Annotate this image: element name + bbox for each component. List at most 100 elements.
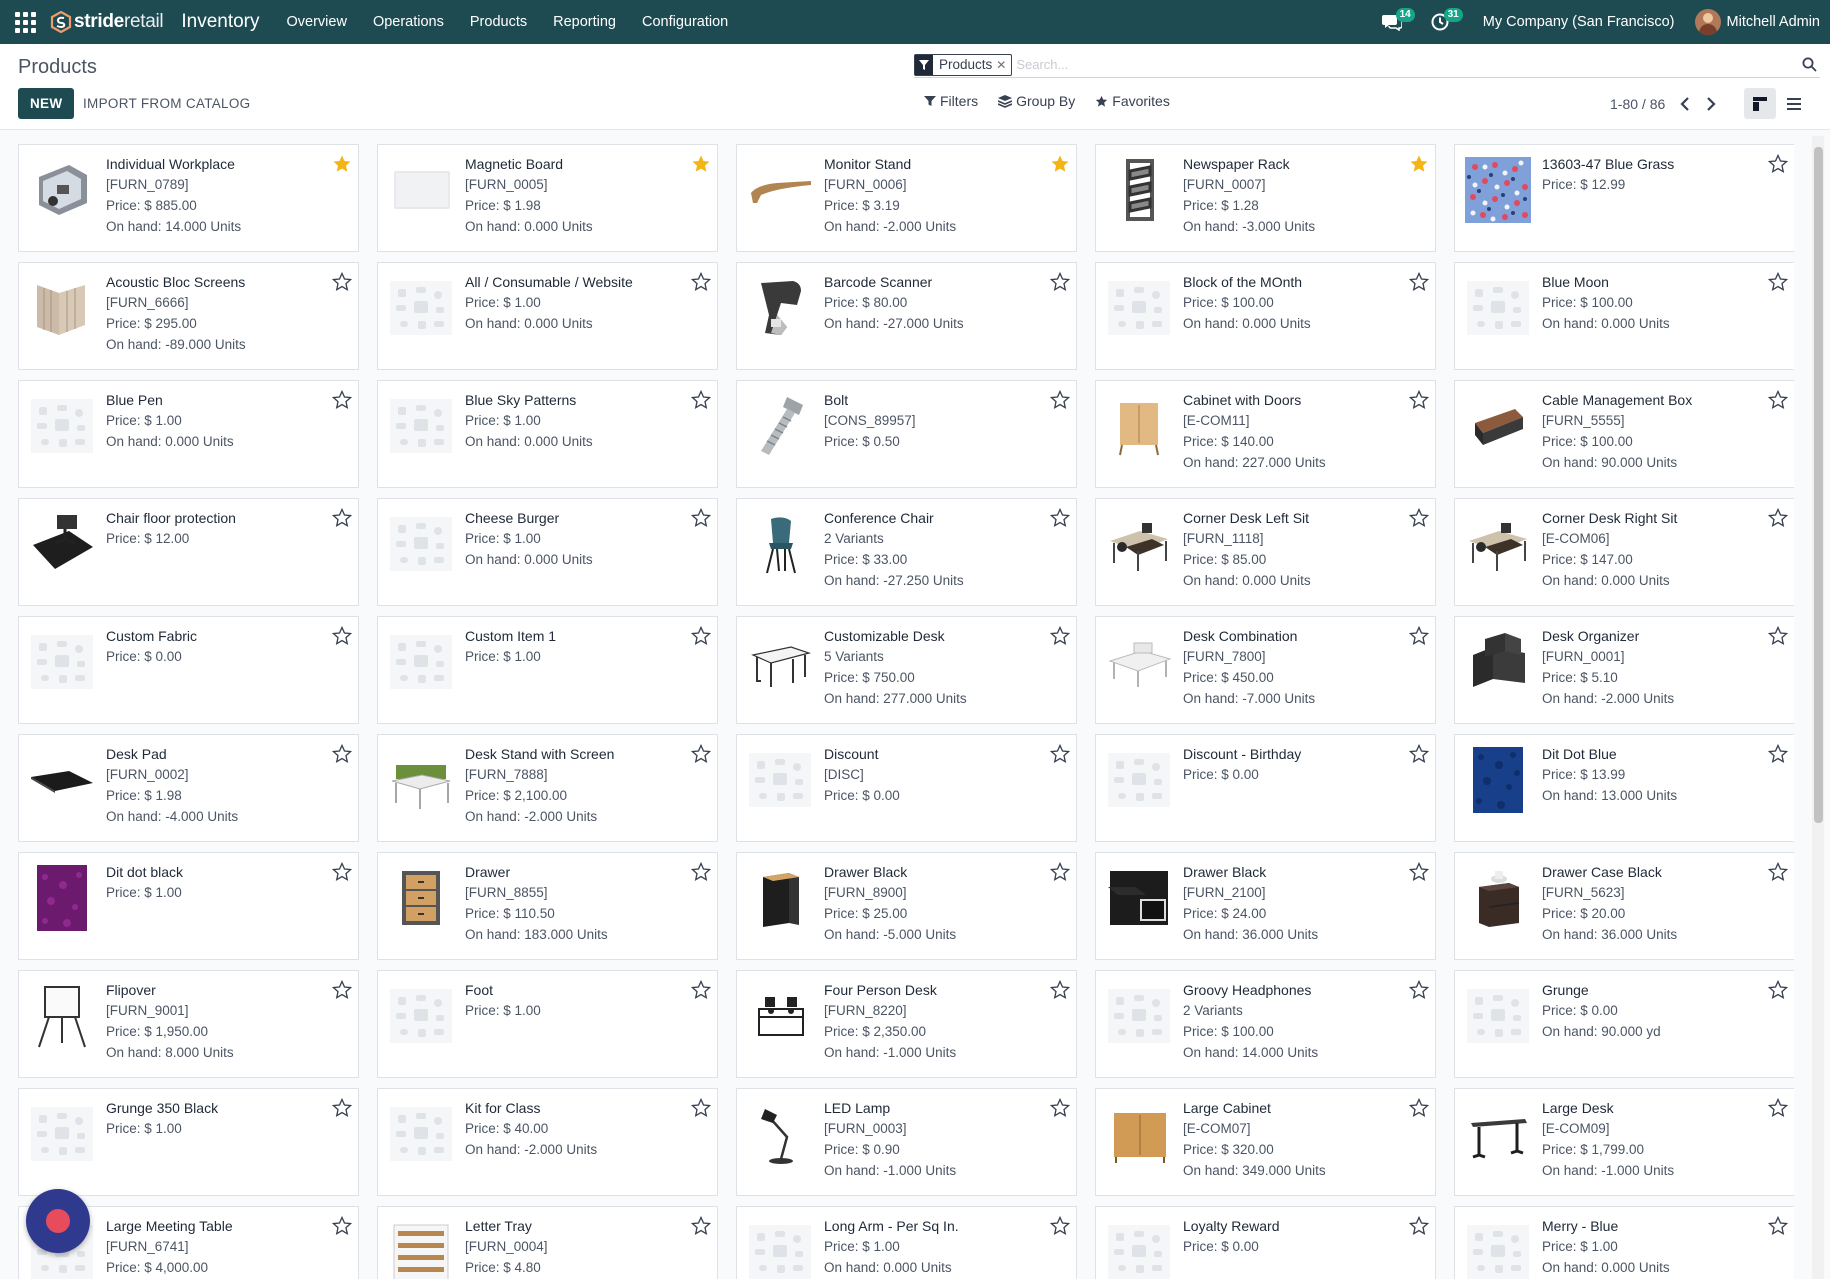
product-card[interactable]: Kit for Class Price: $ 40.00 On hand: -2.0… [377, 1088, 718, 1196]
favorite-star-filled-icon[interactable] [691, 154, 711, 174]
app-title[interactable]: Inventory [181, 11, 259, 33]
product-card[interactable]: All / Consumable / Website Price: $ 1.00 O… [377, 262, 718, 370]
favorite-star-icon[interactable] [690, 979, 712, 1000]
favorite-star-filled-icon[interactable] [1409, 154, 1429, 174]
product-card[interactable]: Custom Fabric Price: $ 0.00 [18, 616, 359, 724]
product-card[interactable]: Individual Workplace [FURN_0789] Price: $ … [18, 144, 359, 252]
product-card[interactable]: Monitor Stand [FURN_0006] Price: $ 3.19 On … [736, 144, 1077, 252]
favorite-star-icon[interactable] [1049, 979, 1071, 1000]
product-card[interactable]: Drawer Black [FURN_2100] Price: $ 24.00 On … [1095, 852, 1436, 960]
favorite-star-icon[interactable] [1408, 1097, 1430, 1118]
product-card[interactable]: Merry - Blue Price: $ 1.00 On hand: 0.000 … [1454, 1206, 1794, 1279]
scrollbar-thumb[interactable] [1814, 147, 1823, 823]
product-card[interactable]: Custom Item 1 Price: $ 1.00 [377, 616, 718, 724]
favorite-star-icon[interactable] [1767, 625, 1789, 646]
brand-logo[interactable]: stride retail [50, 11, 164, 33]
favorite-star-icon[interactable] [690, 1097, 712, 1118]
product-card[interactable]: Blue Sky Patterns Price: $ 1.00 On hand: 0… [377, 380, 718, 488]
product-card[interactable]: Chair floor protection Price: $ 12.00 [18, 498, 359, 606]
menu-overview[interactable]: Overview [274, 0, 360, 44]
company-switcher[interactable]: My Company (San Francisco) [1483, 14, 1675, 30]
menu-operations[interactable]: Operations [360, 0, 457, 44]
favorite-star-icon[interactable] [1049, 1215, 1071, 1236]
favorite-star-icon[interactable] [1049, 743, 1071, 764]
favorites-button[interactable]: Favorites [1095, 93, 1170, 109]
menu-products[interactable]: Products [457, 0, 540, 44]
favorite-star-icon[interactable] [1049, 625, 1071, 646]
favorite-star-icon[interactable] [1408, 389, 1430, 410]
search-input[interactable] [1016, 53, 1798, 76]
product-card[interactable]: Acoustic Bloc Screens [FURN_6666] Price: $… [18, 262, 359, 370]
favorite-star-icon[interactable] [331, 1215, 353, 1236]
product-card[interactable]: Long Arm - Per Sq In. Price: $ 1.00 On han… [736, 1206, 1077, 1279]
filters-button[interactable]: Filters [924, 93, 978, 109]
new-button[interactable]: NEW [18, 88, 75, 119]
favorite-star-icon[interactable] [1408, 507, 1430, 528]
activities-button[interactable]: 31 [1423, 0, 1463, 44]
product-card[interactable]: Blue Moon Price: $ 100.00 On hand: 0.000 U… [1454, 262, 1794, 370]
favorite-star-icon[interactable] [331, 389, 353, 410]
favorite-star-icon[interactable] [331, 271, 353, 292]
favorite-star-icon[interactable] [331, 625, 353, 646]
product-card[interactable]: Customizable Desk 5 Variants Price: $ 750.… [736, 616, 1077, 724]
product-card[interactable]: Corner Desk Left Sit [FURN_1118] Price: $ … [1095, 498, 1436, 606]
remove-facet-icon[interactable]: ✕ [996, 58, 1011, 72]
favorite-star-icon[interactable] [1049, 861, 1071, 882]
product-card[interactable]: Groovy Headphones 2 Variants Price: $ 100.… [1095, 970, 1436, 1078]
product-card[interactable]: 13603-47 Blue Grass Price: $ 12.99 [1454, 144, 1794, 252]
product-card[interactable]: Corner Desk Right Sit [E-COM06] Price: $ 1… [1454, 498, 1794, 606]
favorite-star-icon[interactable] [1408, 625, 1430, 646]
product-card[interactable]: Letter Tray [FURN_0004] Price: $ 4.80 [377, 1206, 718, 1279]
favorite-star-icon[interactable] [1767, 1215, 1789, 1236]
favorite-star-icon[interactable] [690, 861, 712, 882]
product-card[interactable]: Desk Pad [FURN_0002] Price: $ 1.98 On hand:… [18, 734, 359, 842]
floating-action-button[interactable] [26, 1189, 90, 1253]
favorite-star-icon[interactable] [690, 271, 712, 292]
import-from-catalog-button[interactable]: IMPORT FROM CATALOG [82, 88, 251, 119]
product-card[interactable]: Grunge Price: $ 0.00 On hand: 90.000 yd [1454, 970, 1794, 1078]
product-card[interactable]: Flipover [FURN_9001] Price: $ 1,950.00 On h… [18, 970, 359, 1078]
product-card[interactable]: Bolt [CONS_89957] Price: $ 0.50 [736, 380, 1077, 488]
apps-menu-icon[interactable] [14, 11, 36, 33]
favorite-star-icon[interactable] [1408, 979, 1430, 1000]
pager-value[interactable]: 1-80 / 86 [1610, 96, 1665, 112]
product-card[interactable]: LED Lamp [FURN_0003] Price: $ 0.90 On hand:… [736, 1088, 1077, 1196]
favorite-star-icon[interactable] [1049, 389, 1071, 410]
favorite-star-icon[interactable] [690, 389, 712, 410]
product-card[interactable]: Magnetic Board [FURN_0005] Price: $ 1.98 On… [377, 144, 718, 252]
favorite-star-icon[interactable] [1408, 271, 1430, 292]
product-card[interactable]: Large Desk [E-COM09] Price: $ 1,799.00 On h… [1454, 1088, 1794, 1196]
product-card[interactable]: Barcode Scanner Price: $ 80.00 On hand: -2… [736, 262, 1077, 370]
product-card[interactable]: Discount - Birthday Price: $ 0.00 [1095, 734, 1436, 842]
favorite-star-icon[interactable] [690, 1215, 712, 1236]
favorite-star-icon[interactable] [1767, 979, 1789, 1000]
favorite-star-icon[interactable] [690, 743, 712, 764]
favorite-star-filled-icon[interactable] [1050, 154, 1070, 174]
product-card[interactable]: Conference Chair 2 Variants Price: $ 33.00… [736, 498, 1077, 606]
product-card[interactable]: Desk Combination [FURN_7800] Price: $ 450.… [1095, 616, 1436, 724]
list-view-button[interactable] [1778, 88, 1810, 119]
product-card[interactable]: Cheese Burger Price: $ 1.00 On hand: 0.000… [377, 498, 718, 606]
favorite-star-icon[interactable] [690, 625, 712, 646]
product-card[interactable]: Newspaper Rack [FURN_0007] Price: $ 1.28 On… [1095, 144, 1436, 252]
favorite-star-icon[interactable] [331, 861, 353, 882]
product-card[interactable]: Foot Price: $ 1.00 [377, 970, 718, 1078]
favorite-star-icon[interactable] [1049, 271, 1071, 292]
favorite-star-icon[interactable] [331, 979, 353, 1000]
product-card[interactable]: Dit Dot Blue Price: $ 13.99 On hand: 13.00… [1454, 734, 1794, 842]
product-card[interactable]: Four Person Desk [FURN_8220] Price: $ 2,35… [736, 970, 1077, 1078]
favorite-star-icon[interactable] [1408, 1215, 1430, 1236]
user-menu[interactable]: Mitchell Admin [1694, 9, 1820, 35]
favorite-star-icon[interactable] [331, 507, 353, 528]
product-card[interactable]: Drawer Black [FURN_8900] Price: $ 25.00 On … [736, 852, 1077, 960]
product-card[interactable]: Desk Organizer [FURN_0001] Price: $ 5.10 On… [1454, 616, 1794, 724]
product-card[interactable]: Discount [DISC] Price: $ 0.00 [736, 734, 1077, 842]
menu-reporting[interactable]: Reporting [540, 0, 629, 44]
product-card[interactable]: Drawer [FURN_8855] Price: $ 110.50 On hand:… [377, 852, 718, 960]
menu-configuration[interactable]: Configuration [629, 0, 741, 44]
search-icon[interactable] [1798, 54, 1820, 76]
favorite-star-filled-icon[interactable] [332, 154, 352, 174]
product-card[interactable]: Large Cabinet [E-COM07] Price: $ 320.00 On … [1095, 1088, 1436, 1196]
favorite-star-icon[interactable] [1767, 743, 1789, 764]
favorite-star-icon[interactable] [1408, 861, 1430, 882]
